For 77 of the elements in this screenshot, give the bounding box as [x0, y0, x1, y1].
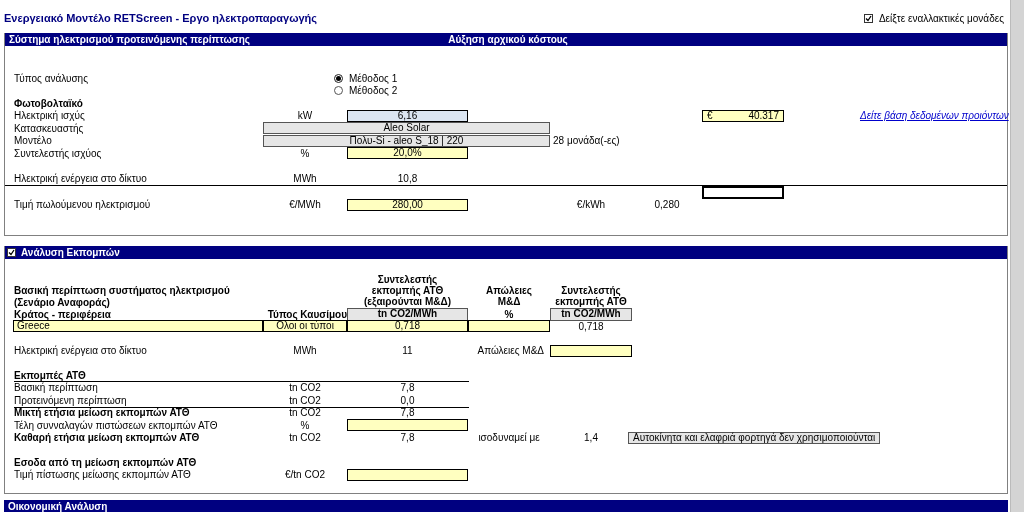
scrollbar[interactable] — [1010, 0, 1024, 512]
input-field[interactable] — [347, 419, 468, 432]
input-field[interactable]: 20,0% — [347, 147, 468, 160]
field-label: Καθαρή ετήσια μείωση εκπομπών ΑΤΘ — [14, 432, 200, 444]
column-header: Τύπος Καυσίμου — [267, 308, 347, 320]
input-field[interactable]: 280,00 — [347, 198, 468, 211]
field-label: Απώλειες Μ&Δ — [477, 345, 544, 357]
column-header: Κράτος - περιφέρεια — [14, 308, 111, 320]
radio-label[interactable]: Μέθοδος 1 — [349, 72, 398, 84]
value-text: 7,8 — [400, 407, 415, 419]
unit-label: tn CO2 — [289, 382, 321, 394]
unit-label: €/kWh — [576, 199, 606, 211]
checkbox-label[interactable]: Δείξτε εναλλακτικές μονάδες — [878, 12, 1004, 24]
field-label: Μοντέλο — [14, 135, 52, 147]
table-heading: Βασική περίπτωση συστήματος ηλεκτρισμού — [14, 284, 230, 296]
sheet-title: Ενεργειακό Μοντέλο RETScreen - Εργο ηλεκτροπαραγωγής — [4, 12, 318, 24]
dropdown-field[interactable]: Αυτοκίνητα και ελαφριά φορτηγά δεν χρησιμοποιούνται — [628, 431, 881, 444]
unit-label: tn CO2 — [289, 432, 321, 444]
unit-header: tn CO2/MWh — [550, 308, 632, 321]
section-subtitle: Εκπομπές ΑΤΘ — [14, 369, 86, 381]
field-label: Κατασκευαστής — [14, 122, 84, 134]
value-text: 0,0 — [400, 394, 415, 406]
radio-label[interactable]: Μέθοδος 2 — [349, 85, 398, 97]
unit-label: tn CO2 — [289, 407, 321, 419]
input-field[interactable]: 6,16 — [347, 109, 468, 122]
field-label: Τέλη συνναλαγών πιστώσεων εκπομπών ΑΤΘ — [14, 419, 218, 431]
unit-label: % — [300, 419, 310, 431]
field-label: Ηλεκτρική ενέργεια στο δίκτυο — [14, 345, 147, 357]
column-title: Αύξηση αρχικού κόστους — [448, 33, 568, 46]
unit-label: €/tn CO2 — [285, 469, 325, 481]
value-text: 1,4 — [584, 432, 598, 444]
field-label: Ηλεκτρική ισχύς — [14, 110, 85, 122]
field-label: Βασική περίπτωση — [14, 382, 98, 394]
value-text: 7,8 — [400, 382, 415, 394]
field-label: Συντελεστής ισχύος — [14, 147, 102, 159]
section-title: Ανάλυση Εκπομπών — [21, 246, 120, 259]
table-heading: (Σενάριο Αναφοράς) — [14, 296, 110, 308]
section-title: Οικονομική Ανάλυση — [8, 500, 108, 512]
input-field[interactable]: € 40.317 — [702, 109, 784, 122]
value-text: 10,8 — [397, 173, 418, 185]
field-label: Μικτή ετήσια μείωση εκπομπών ΑΤΘ — [14, 407, 190, 419]
field-label: Τύπος ανάλυσης — [14, 72, 88, 84]
checkbox[interactable] — [863, 13, 873, 23]
input-field[interactable] — [468, 320, 550, 333]
field-label: ισοδυναμεί με — [478, 432, 540, 444]
unit-label: €/MWh — [289, 199, 321, 211]
unit-label: MWh — [293, 173, 317, 185]
unit-header: % — [504, 308, 514, 320]
unit-label: MWh — [293, 345, 317, 357]
unit-label: kW — [297, 110, 313, 122]
radio-button[interactable] — [334, 73, 343, 83]
section-title: Σύστημα ηλεκτρισμού προτεινόμενης περίπτωσης — [9, 33, 250, 46]
value-text: 7,8 — [400, 432, 415, 444]
value-text: 0,280 — [654, 199, 680, 211]
input-field[interactable] — [347, 468, 468, 481]
section-toggle-checkbox[interactable] — [7, 248, 16, 257]
column-header: Απώλειες Μ&Δ — [484, 285, 534, 307]
dropdown-field[interactable]: Πολυ-Si - aleo S_18 | 220 — [263, 134, 550, 147]
field-label: Προτεινόμενη περίπτωση — [14, 394, 127, 406]
unit-label: % — [300, 147, 310, 159]
value-text: 0,718 — [578, 320, 604, 332]
radio-button[interactable] — [334, 86, 343, 96]
input-field[interactable]: 0,718 — [347, 320, 468, 333]
field-label: Τιμή πίστωσης μείωσης εκπομπών ΑΤΘ — [14, 469, 191, 481]
input-field[interactable]: Ολοι οι τύποι — [263, 320, 347, 333]
unit-label: tn CO2 — [289, 394, 321, 406]
dropdown-field[interactable]: Aleo Solar — [263, 122, 550, 135]
field-label: Τιμή πωλούμενου ηλεκτρισμού — [14, 199, 151, 211]
value-text: 11 — [402, 345, 413, 357]
section-subtitle: Φωτοβολταϊκό — [14, 97, 83, 109]
input-field[interactable]: Greece — [13, 320, 263, 333]
field-label: Ηλεκτρική ενέργεια στο δίκτυο — [14, 173, 147, 185]
column-header: Συντελεστής εκπομπής ΑΤΘ (εξαιρούνται Μ&Δ) — [363, 273, 452, 307]
database-link[interactable]: Δείτε βάση δεδομένων προιόντων — [860, 110, 1009, 122]
input-field[interactable] — [550, 344, 632, 357]
section-subtitle: Εσοδα από τη μείωση εκπομπών ΑΤΘ — [14, 456, 197, 468]
unit-count: 28 μονάδα(-ες) — [553, 135, 620, 147]
